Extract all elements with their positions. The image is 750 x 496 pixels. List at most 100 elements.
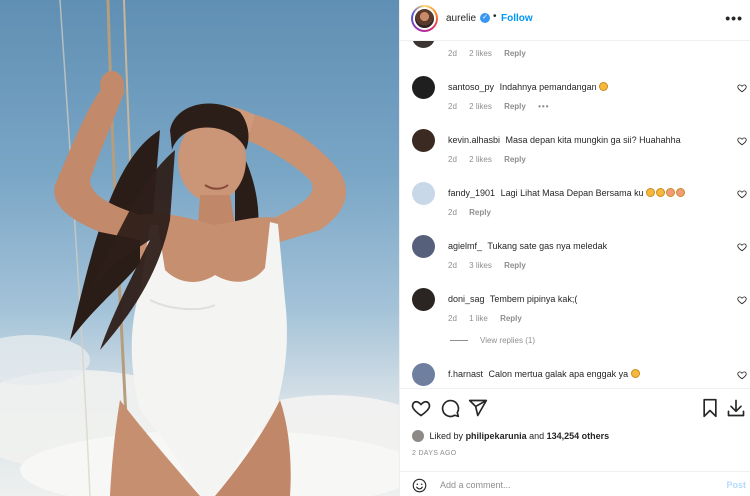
comment-like-heart-icon[interactable] xyxy=(737,136,747,146)
liker-username[interactable]: philipekarunia xyxy=(466,431,527,441)
likes-summary[interactable]: Liked by philipekarunia and 134,254 othe… xyxy=(412,430,609,442)
add-comment-bar: Post xyxy=(400,471,750,496)
download-icon[interactable] xyxy=(726,398,746,418)
commenter-username[interactable]: agielmf_ xyxy=(448,241,482,251)
emoji-picker-icon[interactable] xyxy=(412,478,427,493)
comment-body: Calon mertua galak apa enggak ya xyxy=(488,369,629,379)
comment-body: Masa depan kita mungkin ga sii? Huahahha xyxy=(505,135,681,145)
comment-age: 2d xyxy=(448,49,457,58)
comment-item: santoso_py Indahnya pemandangan 2d 2 lik… xyxy=(400,76,750,126)
author-avatar[interactable] xyxy=(411,5,438,32)
view-replies-button[interactable]: View replies (1) xyxy=(450,336,535,345)
comment-meta: 2d 3 likes Reply xyxy=(448,261,536,270)
heart-icon[interactable] xyxy=(411,398,431,418)
comment-text: fandy_1901 Lagi Lihat Masa Depan Bersama… xyxy=(448,187,718,199)
commenter-username[interactable]: f.harnast xyxy=(448,369,483,379)
comment-icon[interactable] xyxy=(440,398,460,418)
comment-item: fandy_1901 Lagi Lihat Masa Depan Bersama… xyxy=(400,182,750,232)
comment-like-heart-icon[interactable] xyxy=(737,370,747,380)
commenter-avatar[interactable] xyxy=(412,182,435,205)
share-icon[interactable] xyxy=(468,398,488,418)
comment-likes[interactable]: 2 likes xyxy=(469,102,492,111)
likes-middle: and xyxy=(529,431,545,441)
commenter-username[interactable]: santoso_py xyxy=(448,82,494,92)
comment-text: doni_sag Tembem pipinya kak;( xyxy=(448,293,718,305)
view-replies-label: View replies (1) xyxy=(480,336,535,345)
comment-like-heart-icon[interactable] xyxy=(737,189,747,199)
commenter-avatar[interactable] xyxy=(412,235,435,258)
comment-body: Tukang sate gas nya meledak xyxy=(487,241,608,251)
more-options-icon[interactable]: ••• xyxy=(725,10,743,26)
comment-input[interactable] xyxy=(440,477,710,493)
comment-age: 2d xyxy=(448,102,457,111)
comment-age: 2d xyxy=(448,155,457,164)
comment-age: 2d xyxy=(448,208,457,217)
reply-button[interactable]: Reply xyxy=(504,155,526,164)
comment-likes[interactable]: 2 likes xyxy=(469,49,492,58)
comment-item: f.harnast Calon mertua galak apa enggak … xyxy=(400,363,750,388)
grinning-emoji-icon xyxy=(656,188,666,197)
comment-options-icon[interactable]: ••• xyxy=(538,102,549,111)
commenter-avatar[interactable] xyxy=(412,363,435,386)
comment-text: agielmf_ Tukang sate gas nya meledak xyxy=(448,240,718,252)
grinning-emoji-icon xyxy=(599,82,609,91)
reply-button[interactable]: Reply xyxy=(504,49,526,58)
liker-avatar[interactable] xyxy=(412,430,424,442)
comment-age: 2d xyxy=(448,261,457,270)
comment-likes[interactable]: 2 likes xyxy=(469,155,492,164)
commenter-avatar[interactable] xyxy=(412,76,435,99)
post-header: aurelie ✓ • Follow ••• xyxy=(400,0,750,41)
comment-item: agielmf_ Tukang sate gas nya meledak 2d … xyxy=(400,235,750,285)
comment-meta: 2d Reply xyxy=(448,208,501,217)
post-detail-panel: aurelie ✓ • Follow ••• 2d 2 likes Reply … xyxy=(399,0,750,496)
comment-age: 2d xyxy=(448,314,457,323)
comment-body: Indahnya pemandangan xyxy=(499,82,597,92)
commenter-avatar[interactable] xyxy=(412,129,435,152)
reply-button[interactable]: Reply xyxy=(504,261,526,270)
follow-button[interactable]: Follow xyxy=(501,13,533,24)
commenter-username[interactable]: doni_sag xyxy=(448,294,485,304)
photo-illustration xyxy=(0,0,399,496)
comment-likes[interactable]: 3 likes xyxy=(469,261,492,270)
separator-dot: • xyxy=(493,11,497,22)
comment-item: doni_sag Tembem pipinya kak;( 2d 1 like … xyxy=(400,288,750,338)
heart-eyes-emoji-icon xyxy=(666,188,676,197)
comment-like-heart-icon[interactable] xyxy=(737,242,747,252)
commenter-avatar[interactable] xyxy=(412,288,435,311)
post-action-bar xyxy=(400,388,750,426)
comment-body: Lagi Lihat Masa Depan Bersama ku xyxy=(500,188,644,198)
post-timestamp[interactable]: 2 DAYS AGO xyxy=(412,450,457,457)
bookmark-icon[interactable] xyxy=(700,398,720,418)
comment-meta: 2d 2 likes Reply xyxy=(448,155,536,164)
comment-meta: 2d 1 like Reply xyxy=(448,314,532,323)
commenter-username[interactable]: fandy_1901 xyxy=(448,188,495,198)
reply-button[interactable]: Reply xyxy=(504,102,526,111)
author-username[interactable]: aurelie xyxy=(446,13,476,24)
comment-meta: 2d 2 likes Reply ••• xyxy=(448,102,560,111)
comment-item: kevin.alhasbi Masa depan kita mungkin ga… xyxy=(400,129,750,179)
replies-divider xyxy=(450,340,468,342)
comment-meta: 2d 2 likes Reply xyxy=(448,49,536,58)
commenter-username[interactable]: kevin.alhasbi xyxy=(448,135,500,145)
heart-eyes-emoji-icon xyxy=(676,188,686,197)
likes-count[interactable]: 134,254 others xyxy=(547,431,610,441)
comments-list: 2d 2 likes Reply santoso_py Indahnya pem… xyxy=(400,41,750,388)
comment-likes[interactable]: 1 like xyxy=(469,314,488,323)
comment-text: kevin.alhasbi Masa depan kita mungkin ga… xyxy=(448,134,718,146)
grinning-emoji-icon xyxy=(646,188,656,197)
likes-prefix: Liked by xyxy=(429,431,464,441)
post-comment-button[interactable]: Post xyxy=(726,480,746,490)
avatar-image xyxy=(413,7,436,30)
verified-badge-icon: ✓ xyxy=(480,13,490,23)
comment-like-heart-icon[interactable] xyxy=(737,83,747,93)
reply-button[interactable]: Reply xyxy=(469,208,491,217)
comment-item: 2d 2 likes Reply xyxy=(400,41,750,75)
comment-like-heart-icon[interactable] xyxy=(737,295,747,305)
grinning-emoji-icon xyxy=(630,369,640,378)
commenter-avatar[interactable] xyxy=(412,41,435,48)
comment-text: f.harnast Calon mertua galak apa enggak … xyxy=(448,368,718,380)
reply-button[interactable]: Reply xyxy=(500,314,522,323)
comment-text: santoso_py Indahnya pemandangan xyxy=(448,81,718,93)
post-photo xyxy=(0,0,399,496)
comment-body: Tembem pipinya kak;( xyxy=(489,294,578,304)
